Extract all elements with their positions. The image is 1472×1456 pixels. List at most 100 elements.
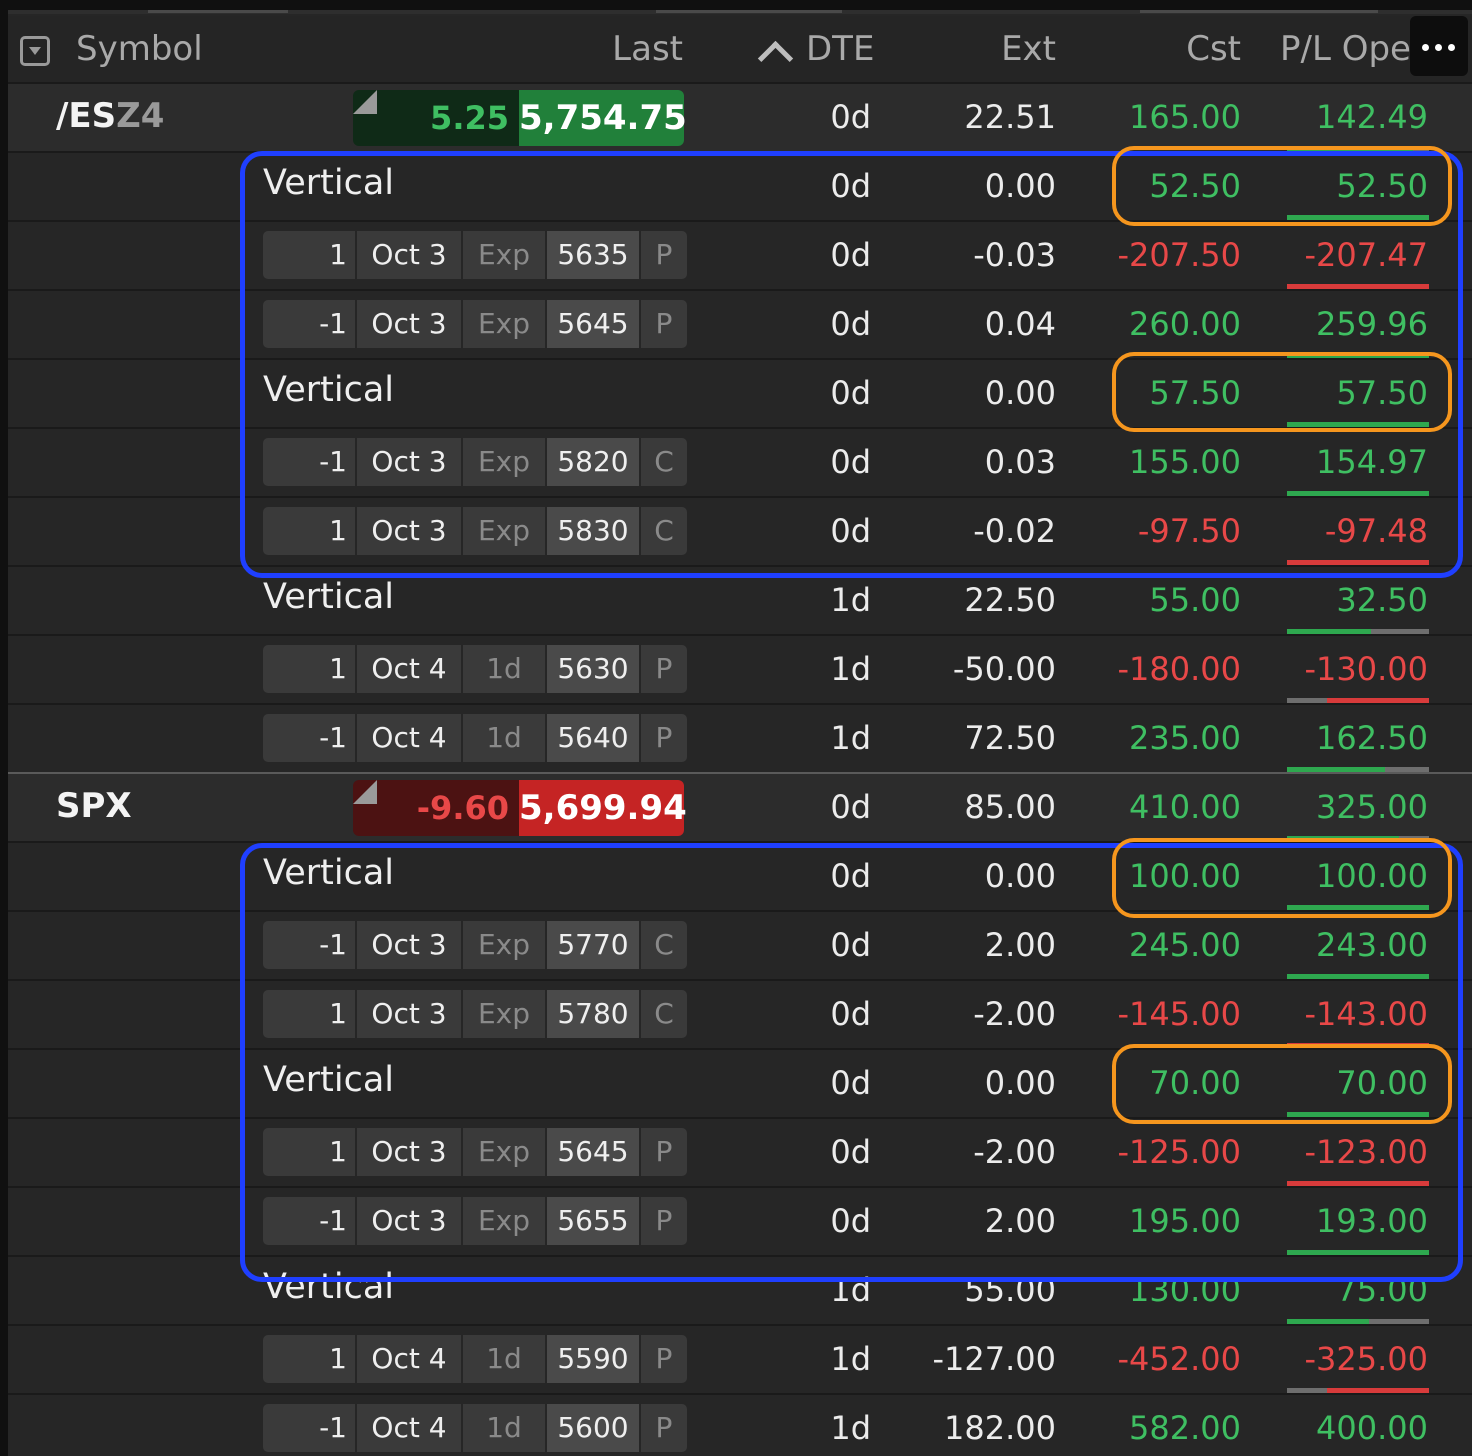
- col-header-ext[interactable]: Ext: [958, 29, 1056, 69]
- dte-value: 1d: [830, 719, 871, 757]
- leg-row[interactable]: -1 Oct 4 1d 5640 P 1d 72.50 235.00 162.50: [8, 703, 1472, 772]
- cost-value: 55.00: [1149, 581, 1241, 619]
- col-header-last[interactable]: Last: [588, 29, 683, 69]
- leg-row[interactable]: 1 Oct 3 Exp 5645 P 0d -2.00 -125.00 -123.00: [8, 1117, 1472, 1186]
- leg-expiration: Oct 4: [357, 1404, 461, 1452]
- pl-open-value: 142.49: [1316, 98, 1428, 136]
- leg-days-tag: Exp: [463, 507, 545, 555]
- leg-row[interactable]: -1 Oct 3 Exp 5645 P 0d 0.04 260.00 259.96: [8, 289, 1472, 358]
- pl-open-value: -130.00: [1304, 650, 1428, 688]
- leg-row[interactable]: -1 Oct 4 1d 5600 P 1d 182.00 582.00 400.00: [8, 1393, 1472, 1456]
- leg-expiration: Oct 4: [357, 1335, 461, 1383]
- leg-quantity: 1: [263, 1335, 355, 1383]
- underlying-row[interactable]: SPX -9.60 5,699.94 0d 85.00 410.00 325.00: [8, 772, 1472, 841]
- pl-open-value: 57.50: [1336, 374, 1428, 412]
- leg-row[interactable]: 1 Oct 3 Exp 5635 P 0d -0.03 -207.50 -207.47: [8, 220, 1472, 289]
- leg-type: P: [641, 300, 687, 348]
- leg-quantity: -1: [263, 714, 355, 762]
- col-header-dte[interactable]: DTE: [806, 29, 874, 69]
- leg-type: C: [641, 990, 687, 1038]
- symbol-label: /ESZ4: [56, 96, 164, 136]
- dte-value: 0d: [830, 374, 871, 412]
- ext-value: -2.00: [973, 995, 1056, 1033]
- dte-value: 0d: [830, 305, 871, 343]
- ext-value: 72.50: [964, 719, 1056, 757]
- ext-value: -0.02: [973, 512, 1056, 550]
- leg-row[interactable]: -1 Oct 3 Exp 5820 C 0d 0.03 155.00 154.97: [8, 427, 1472, 496]
- ext-value: -2.00: [973, 1133, 1056, 1171]
- ext-value: 0.03: [984, 443, 1056, 481]
- dte-value: 0d: [830, 1202, 871, 1240]
- ellipsis-icon[interactable]: [1410, 16, 1468, 76]
- strategy-row[interactable]: Vertical 1d 55.00 130.00 75.00: [8, 1255, 1472, 1324]
- leg-row[interactable]: 1 Oct 3 Exp 5780 C 0d -2.00 -145.00 -143.00: [8, 979, 1472, 1048]
- leg-days-tag: 1d: [463, 714, 545, 762]
- dte-value: 0d: [830, 788, 871, 826]
- leg-type: P: [641, 714, 687, 762]
- net-change: 5.25: [353, 90, 519, 146]
- col-header-cst[interactable]: Cst: [1158, 29, 1241, 69]
- strategy-row[interactable]: Vertical 0d 0.00 52.50 52.50: [8, 151, 1472, 220]
- leg-expiration: Oct 3: [357, 507, 461, 555]
- underlying-row[interactable]: /ESZ4 5.25 5,754.75 0d 22.51 165.00 142.49: [8, 82, 1472, 151]
- leg-expiration: Oct 3: [357, 231, 461, 279]
- pl-open-value: 325.00: [1316, 788, 1428, 826]
- cost-value: -97.50: [1137, 512, 1241, 550]
- pl-open-value: 100.00: [1316, 857, 1428, 895]
- leg-row[interactable]: -1 Oct 3 Exp 5770 C 0d 2.00 245.00 243.00: [8, 910, 1472, 979]
- chevron-up-icon[interactable]: [757, 40, 794, 77]
- leg-days-tag: Exp: [463, 231, 545, 279]
- leg-quantity: 1: [263, 645, 355, 693]
- leg-expiration: Oct 3: [357, 1128, 461, 1176]
- leg-strike: 5600: [547, 1404, 639, 1452]
- dte-value: 0d: [830, 926, 871, 964]
- leg-days-tag: Exp: [463, 921, 545, 969]
- column-header-row: Symbol Last DTE Ext Cst P/L Open: [8, 16, 1472, 82]
- leg-type: P: [641, 1197, 687, 1245]
- dropdown-square-icon[interactable]: [20, 36, 50, 66]
- ext-value: 0.04: [984, 305, 1056, 343]
- dte-value: 0d: [830, 98, 871, 136]
- strategy-row[interactable]: Vertical 0d 0.00 57.50 57.50: [8, 358, 1472, 427]
- ext-value: 0.00: [984, 857, 1056, 895]
- last-price[interactable]: 5,699.94: [519, 780, 687, 836]
- col-header-symbol[interactable]: Symbol: [76, 29, 203, 69]
- dte-value: 1d: [830, 581, 871, 619]
- net-change: -9.60: [353, 780, 519, 836]
- pl-open-value: -207.47: [1304, 236, 1428, 274]
- leg-row[interactable]: 1 Oct 4 1d 5590 P 1d -127.00 -452.00 -325.00: [8, 1324, 1472, 1393]
- last-price[interactable]: 5,754.75: [519, 90, 687, 146]
- leg-days-tag: Exp: [463, 1197, 545, 1245]
- leg-strike: 5640: [547, 714, 639, 762]
- leg-days-tag: 1d: [463, 1404, 545, 1452]
- leg-expiration: Oct 3: [357, 990, 461, 1038]
- dte-value: 0d: [830, 167, 871, 205]
- cost-value: -180.00: [1117, 650, 1241, 688]
- column-resize-strip: [8, 10, 1472, 14]
- strategy-row[interactable]: Vertical 1d 22.50 55.00 32.50: [8, 565, 1472, 634]
- cost-value: 57.50: [1149, 374, 1241, 412]
- pl-open-value: 243.00: [1316, 926, 1428, 964]
- ext-value: 2.00: [984, 1202, 1056, 1240]
- corner-triangle-icon: [353, 780, 377, 804]
- pl-open-value: 75.00: [1336, 1271, 1428, 1309]
- leg-expiration: Oct 4: [357, 645, 461, 693]
- leg-type: P: [641, 1335, 687, 1383]
- leg-expiration: Oct 3: [357, 921, 461, 969]
- leg-row[interactable]: -1 Oct 3 Exp 5655 P 0d 2.00 195.00 193.00: [8, 1186, 1472, 1255]
- cost-value: 52.50: [1149, 167, 1241, 205]
- leg-type: P: [641, 231, 687, 279]
- ext-value: 55.00: [964, 1271, 1056, 1309]
- leg-row[interactable]: 1 Oct 3 Exp 5830 C 0d -0.02 -97.50 -97.48: [8, 496, 1472, 565]
- leg-type: P: [641, 645, 687, 693]
- leg-quantity: -1: [263, 1197, 355, 1245]
- strategy-row[interactable]: Vertical 0d 0.00 70.00 70.00: [8, 1048, 1472, 1117]
- dte-value: 0d: [830, 443, 871, 481]
- strategy-row[interactable]: Vertical 0d 0.00 100.00 100.00: [8, 841, 1472, 910]
- ext-value: 85.00: [964, 788, 1056, 826]
- leg-strike: 5645: [547, 300, 639, 348]
- leg-days-tag: Exp: [463, 438, 545, 486]
- leg-row[interactable]: 1 Oct 4 1d 5630 P 1d -50.00 -180.00 -130.00: [8, 634, 1472, 703]
- ext-value: 182.00: [944, 1409, 1056, 1447]
- leg-days-tag: Exp: [463, 990, 545, 1038]
